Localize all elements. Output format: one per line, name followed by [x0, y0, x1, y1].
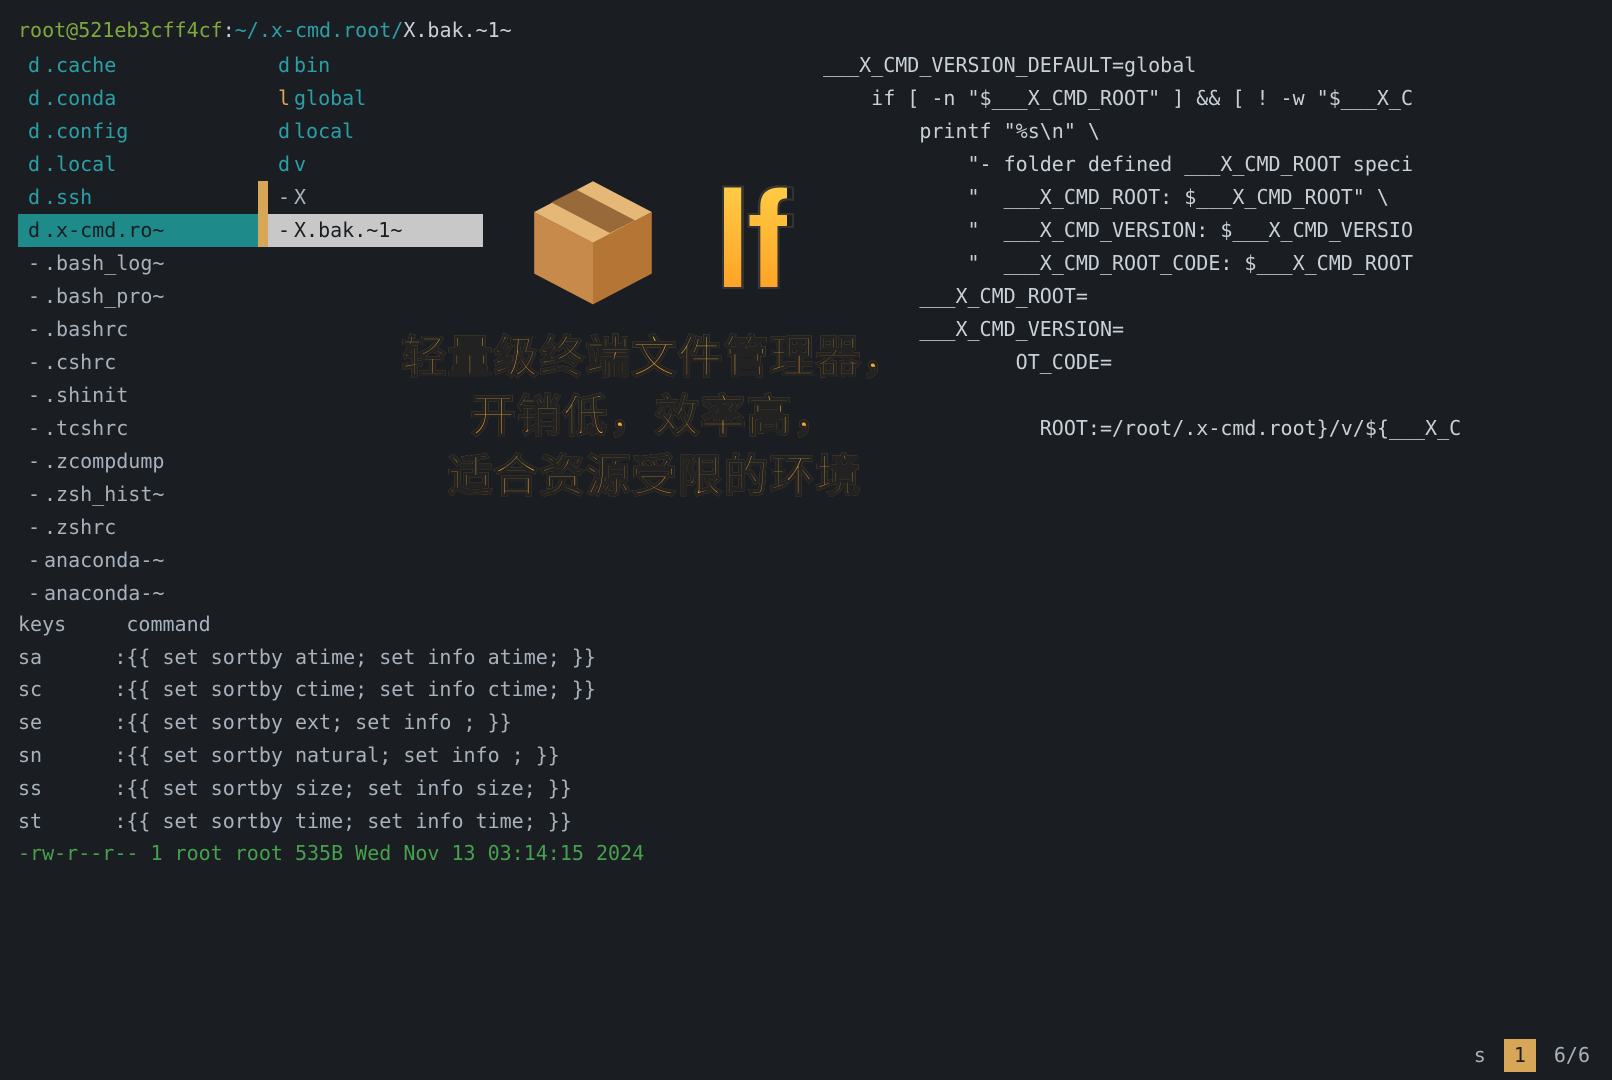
list-item[interactable]: d .conda [18, 82, 258, 115]
list-item[interactable]: d .x-cmd.ro~ [18, 214, 258, 247]
list-item[interactable]: - X.bak.~1~ [258, 214, 483, 247]
indicator-bar [258, 148, 268, 181]
help-header: keys command [18, 608, 1594, 641]
list-item[interactable]: - .bash_log~ [18, 247, 258, 280]
current-pane[interactable]: d binl globald locald v- X- X.bak.~1~ [258, 49, 483, 610]
list-item[interactable]: d .ssh [18, 181, 258, 214]
list-item[interactable]: - .tcshrc [18, 412, 258, 445]
list-item[interactable]: - .zsh_hist~ [18, 478, 258, 511]
list-item[interactable]: l global [258, 82, 483, 115]
footer-index-badge: 1 [1504, 1039, 1536, 1072]
footer-count: 6/6 [1554, 1039, 1590, 1072]
list-item[interactable]: d local [258, 115, 483, 148]
footer-right: s 1 6/6 [1474, 1039, 1590, 1072]
list-item[interactable]: - anaconda-~ [18, 577, 258, 610]
preview-line [823, 379, 1594, 412]
path-user: root [18, 18, 66, 42]
preview-line: OT_CODE= [823, 346, 1594, 379]
preview-line: ___X_CMD_VERSION= [823, 313, 1594, 346]
list-item[interactable]: - X [258, 181, 483, 214]
help-row: sa :{{ set sortby atime; set info atime;… [18, 641, 1594, 674]
help-row: se :{{ set sortby ext; set info ; }} [18, 706, 1594, 739]
preview-line: ___X_CMD_VERSION_DEFAULT=global [823, 49, 1594, 82]
preview-line: if [ -n "$___X_CMD_ROOT" ] && [ ! -w "$_… [823, 82, 1594, 115]
help-row: ss :{{ set sortby size; set info size; }… [18, 772, 1594, 805]
indicator-bar [258, 49, 268, 82]
list-item[interactable]: - .cshrc [18, 346, 258, 379]
breadcrumb: root@521eb3cff4cf:~/.x-cmd.root/X.bak.~1… [18, 14, 1594, 47]
footer-mode: s [1474, 1039, 1486, 1072]
path-host: 521eb3cff4cf [78, 18, 223, 42]
list-item[interactable]: - .bashrc [18, 313, 258, 346]
list-item[interactable]: d .cache [18, 49, 258, 82]
key-help: keys command sa :{{ set sortby atime; se… [18, 608, 1594, 870]
list-item[interactable]: d .local [18, 148, 258, 181]
help-row: sc :{{ set sortby ctime; set info ctime;… [18, 673, 1594, 706]
help-row: st :{{ set sortby time; set info time; }… [18, 805, 1594, 838]
preview-line: printf "%s\n" \ [823, 115, 1594, 148]
parent-pane[interactable]: d .cached .condad .configd .locald .sshd… [18, 49, 258, 610]
list-item[interactable]: - .bash_pro~ [18, 280, 258, 313]
path-colon: : [223, 18, 235, 42]
list-item[interactable]: - .zcompdump [18, 445, 258, 478]
preview-line: ___X_CMD_ROOT= [823, 280, 1594, 313]
indicator-bar [258, 181, 268, 214]
path-cwd: ~/.x-cmd.root/ [235, 18, 404, 42]
preview-pane: ___X_CMD_VERSION_DEFAULT=global if [ -n … [483, 49, 1594, 610]
indicator-bar [258, 214, 268, 247]
list-item[interactable]: - anaconda-~ [18, 544, 258, 577]
path-at: @ [66, 18, 78, 42]
list-item[interactable]: d bin [258, 49, 483, 82]
list-item[interactable]: d .config [18, 115, 258, 148]
preview-line: " ___X_CMD_VERSION: $___X_CMD_VERSIO [823, 214, 1594, 247]
indicator-bar [258, 82, 268, 115]
status-line: -rw-r--r-- 1 root root 535B Wed Nov 13 0… [18, 837, 1594, 870]
list-item[interactable]: - .zshrc [18, 511, 258, 544]
preview-line: " ___X_CMD_ROOT_CODE: $___X_CMD_ROOT [823, 247, 1594, 280]
indicator-bar [258, 115, 268, 148]
list-item[interactable]: - .shinit [18, 379, 258, 412]
preview-line: "- folder defined ___X_CMD_ROOT speci [823, 148, 1594, 181]
list-item[interactable]: d v [258, 148, 483, 181]
preview-line: ROOT:=/root/.x-cmd.root}/v/${___X_C [823, 412, 1594, 445]
path-file: X.bak.~1~ [403, 18, 511, 42]
preview-line: " ___X_CMD_ROOT: $___X_CMD_ROOT" \ [823, 181, 1594, 214]
help-row: sn :{{ set sortby natural; set info ; }} [18, 739, 1594, 772]
